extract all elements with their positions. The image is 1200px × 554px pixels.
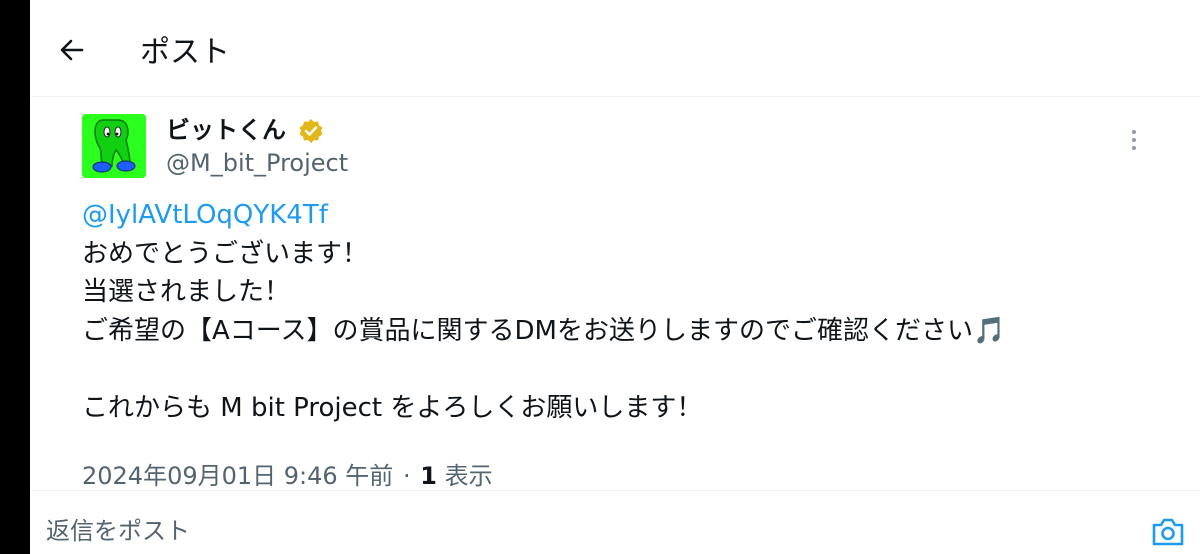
- page-title: ポスト: [140, 35, 230, 70]
- post-body: @IylAVtLOqQYK4Tf おめでとうございます！ 当選されました！ ご希…: [82, 196, 1162, 428]
- post-line: ご希望の【Aコース】の賞品に関するDMをお送りしますのでご確認ください🎵: [82, 316, 1006, 347]
- divider: [30, 490, 1200, 491]
- device-bezel: [0, 0, 30, 554]
- views-label: 表示: [444, 462, 493, 490]
- meta-separator: ·: [402, 462, 411, 490]
- camera-icon[interactable]: [1150, 514, 1186, 550]
- mention-link[interactable]: @IylAVtLOqQYK4Tf: [82, 196, 1162, 235]
- more-vertical-icon: [1132, 130, 1136, 134]
- views-count: 1: [420, 462, 437, 490]
- header: ポスト: [30, 0, 1200, 97]
- post-line-blank: [82, 351, 1162, 390]
- reply-input[interactable]: 返信をポスト: [46, 516, 190, 546]
- post-line: これからも M bit Project をよろしくお願いします！: [82, 393, 703, 424]
- avatar-character-image: [82, 114, 146, 178]
- more-options-button[interactable]: [1122, 126, 1146, 158]
- author-handle[interactable]: @M_bit_Project: [166, 148, 348, 178]
- back-button[interactable]: [52, 30, 92, 70]
- verified-badge-icon: [299, 119, 323, 143]
- screen: ポスト ビットくん @M_bit_Project @IylAVtLOqQYK4T…: [30, 0, 1200, 554]
- avatar[interactable]: [82, 114, 146, 178]
- author-name[interactable]: ビットくん: [166, 114, 286, 146]
- post-timestamp[interactable]: 2024年09月01日 9:46 午前: [82, 462, 393, 490]
- post-line: 当選されました！: [82, 277, 291, 308]
- post-line: おめでとうございます！: [82, 238, 369, 269]
- post-meta: 2024年09月01日 9:46 午前 · 1 表示: [82, 461, 493, 491]
- arrow-left-icon: [60, 39, 84, 61]
